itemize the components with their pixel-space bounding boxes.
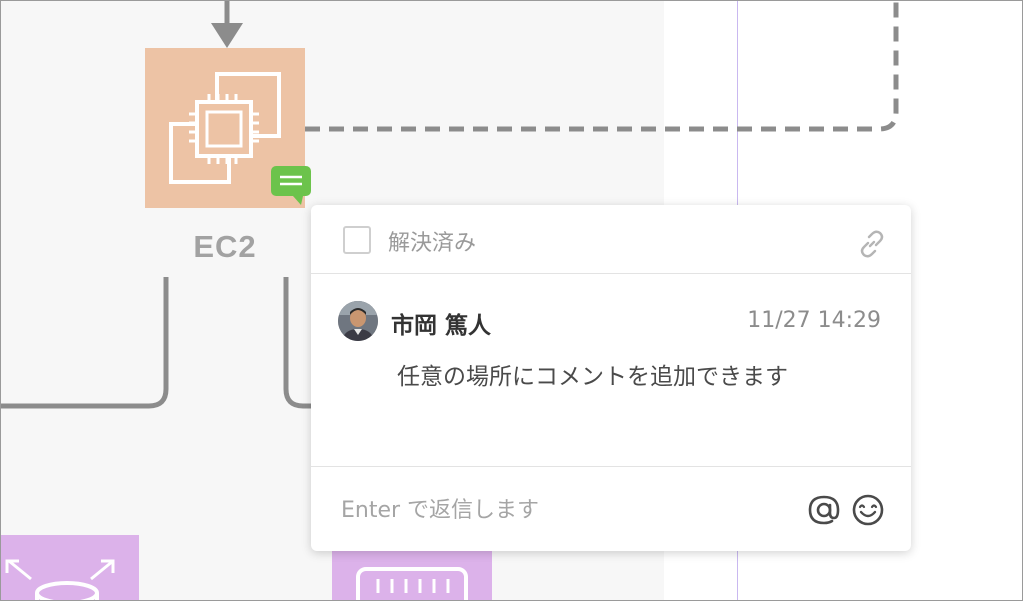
emoji-icon[interactable] (851, 493, 885, 527)
comment-panel: 解決済み 市岡 篤人 11/27 14:29 任意の場所にコメントを追加できます… (311, 205, 911, 551)
reply-input[interactable] (339, 487, 803, 533)
comment-item: 市岡 篤人 11/27 14:29 任意の場所にコメントを追加できます (311, 274, 911, 467)
avatar[interactable] (338, 301, 378, 341)
diagram-canvas[interactable]: EC2 解決済み 市岡 篤人 11/27 14:29 任意の場所にコメントを追加… (0, 0, 1023, 601)
gateway-node[interactable] (332, 549, 492, 600)
comment-author[interactable]: 市岡 篤人 (391, 306, 491, 340)
lower-left-connector (1, 277, 169, 409)
comment-timestamp: 11/27 14:29 (747, 308, 881, 333)
resolved-label: 解決済み (388, 231, 477, 256)
arrowhead-icon (211, 23, 243, 48)
network-arrows-icon (5, 559, 115, 600)
user-avatar-image (338, 301, 378, 341)
at-icon[interactable] (807, 493, 841, 527)
ec2-node-label: EC2 (193, 229, 257, 264)
dashed-connector (305, 1, 899, 132)
comment-icon[interactable] (271, 166, 311, 206)
resolved-checkbox[interactable] (343, 226, 371, 254)
lower-right-connector (283, 277, 313, 409)
comment-panel-header: 解決済み (311, 205, 911, 274)
comment-body: 任意の場所にコメントを追加できます (397, 364, 788, 390)
load-balancer-node[interactable] (1, 535, 139, 600)
link-icon[interactable] (857, 229, 887, 259)
gateway-icon (356, 567, 468, 600)
reply-area (311, 467, 911, 551)
